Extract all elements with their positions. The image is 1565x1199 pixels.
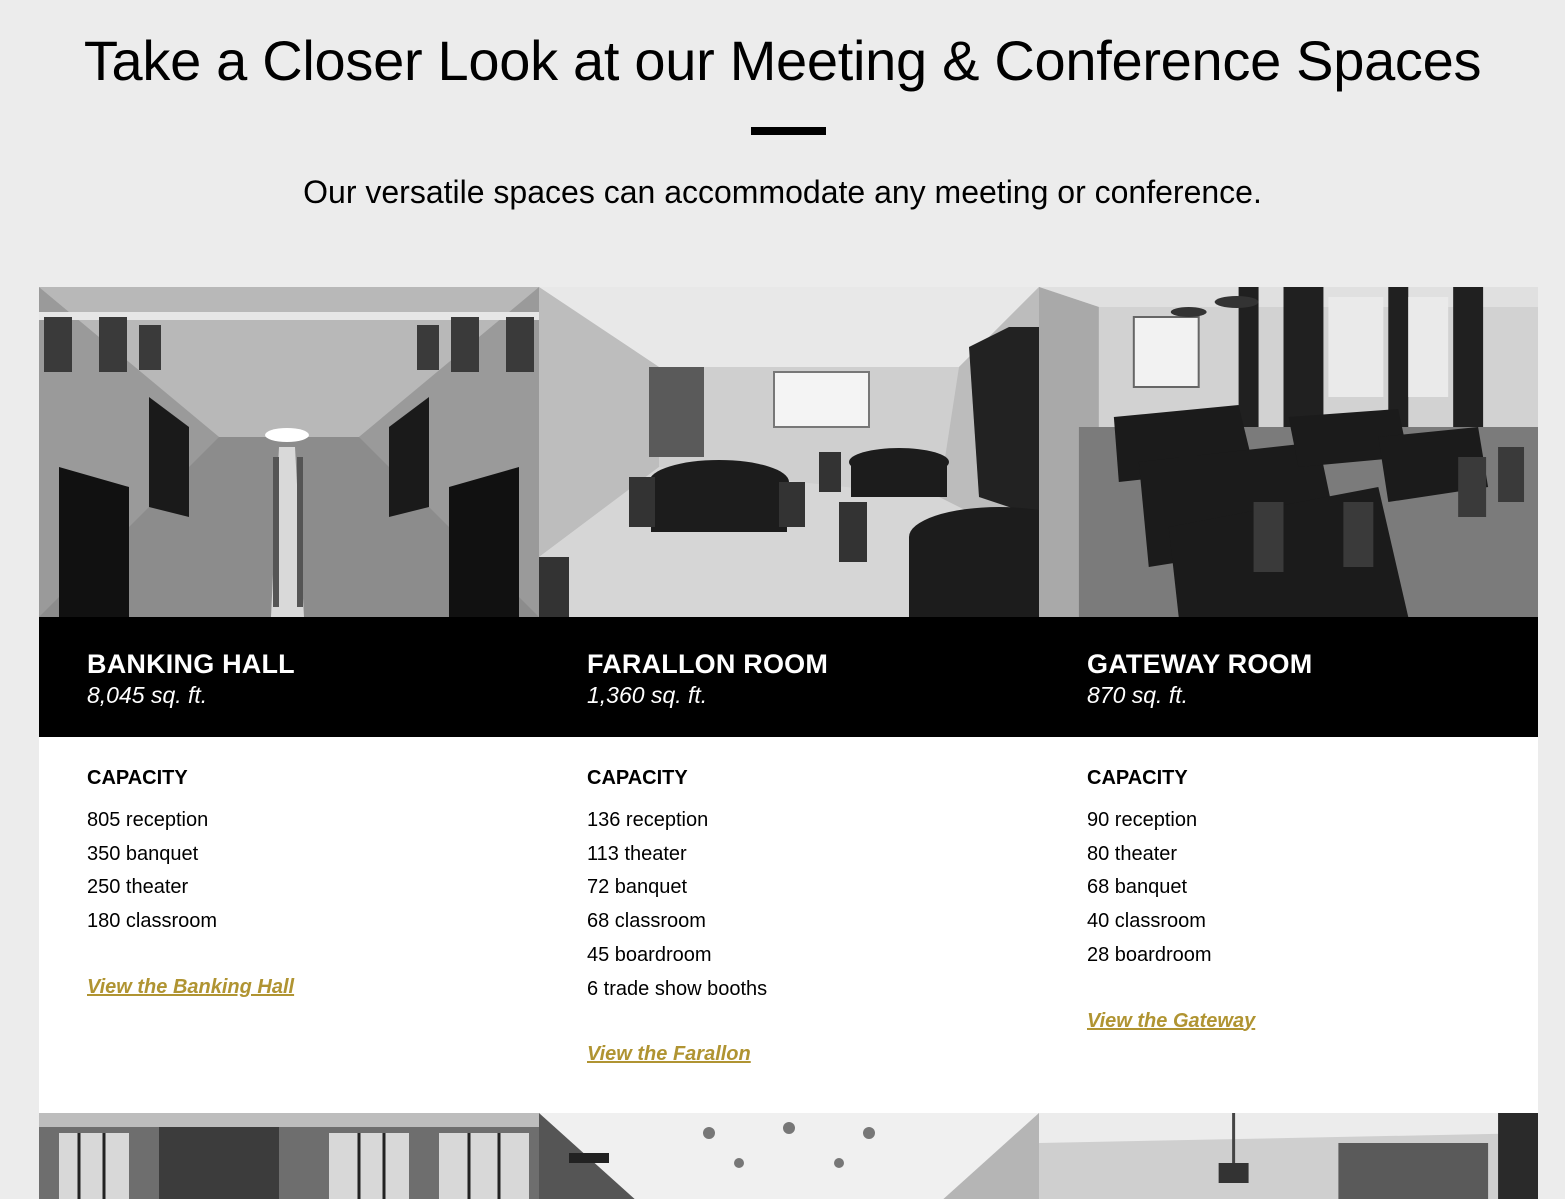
capacity-heading: CAPACITY: [1087, 767, 1188, 789]
capacity-item: 68 banquet: [1087, 876, 1188, 899]
room-name: GATEWAY ROOM: [1087, 649, 1313, 679]
room-name: BANKING HALL: [87, 649, 295, 679]
room-photo-banking-hall: [39, 287, 539, 617]
room-photo: [1039, 1113, 1538, 1199]
capacity-item: 72 banquet: [587, 876, 688, 899]
capacity-item: 45 boardroom: [587, 943, 712, 966]
room-details: CAPACITY 805 reception 350 banquet 250 t…: [39, 737, 539, 999]
view-gateway-link[interactable]: View the Gateway: [1087, 1010, 1255, 1033]
view-farallon-link[interactable]: View the Farallon: [587, 1043, 751, 1066]
view-banking-hall-link[interactable]: View the Banking Hall: [87, 976, 294, 999]
capacity-item: 250 theater: [87, 876, 189, 899]
capacity-item: 28 boardroom: [1087, 943, 1212, 966]
capacity-item: 180 classroom: [87, 910, 218, 933]
room-size: 8,045 sq. ft.: [87, 682, 208, 708]
room-details: CAPACITY 136 reception 113 theater 72 ba…: [539, 737, 1039, 1066]
room-size: 1,360 sq. ft.: [587, 682, 708, 708]
title-divider: [751, 127, 826, 135]
room-namebar: GATEWAY ROOM 870 sq. ft.: [1039, 617, 1538, 737]
capacity-heading: CAPACITY: [87, 767, 188, 789]
capacity-list: 805 reception 350 banquet 250 theater 18…: [87, 804, 539, 939]
capacity-item: 350 banquet: [87, 842, 199, 865]
capacity-item: 68 classroom: [587, 910, 706, 933]
capacity-item: 90 reception: [1087, 809, 1198, 831]
room-namebar: BANKING HALL 8,045 sq. ft.: [39, 617, 539, 737]
capacity-item: 805 reception: [87, 809, 209, 831]
room-details: CAPACITY 90 reception 80 theater 68 banq…: [1039, 737, 1538, 1033]
capacity-item: 136 reception: [587, 809, 709, 831]
capacity-item: 40 classroom: [1087, 910, 1206, 933]
room-name: FARALLON ROOM: [587, 649, 829, 679]
capacity-list: 136 reception 113 theater 72 banquet 68 …: [587, 804, 1039, 1006]
capacity-item: 6 trade show booths: [587, 977, 768, 1000]
room-card-farallon-room: FARALLON ROOM 1,360 sq. ft. CAPACITY 136…: [539, 287, 1039, 1113]
room-photo-farallon-room: [539, 287, 1039, 617]
page-title: Take a Closer Look at our Meeting & Conf…: [83, 29, 1482, 92]
room-namebar: FARALLON ROOM 1,360 sq. ft.: [539, 617, 1039, 737]
rooms-grid-next-row: [39, 1113, 1538, 1199]
room-size: 870 sq. ft.: [1087, 682, 1189, 708]
capacity-heading: CAPACITY: [587, 767, 688, 789]
page-subtitle: Our versatile spaces can accommodate any…: [303, 174, 1262, 210]
room-photo: [539, 1113, 1039, 1199]
room-photo: [39, 1113, 539, 1199]
room-card-banking-hall: BANKING HALL 8,045 sq. ft. CAPACITY 805 …: [39, 287, 539, 1113]
room-card-gateway-room: GATEWAY ROOM 870 sq. ft. CAPACITY 90 rec…: [1039, 287, 1538, 1113]
room-photo-gateway-room: [1039, 287, 1538, 617]
rooms-grid: BANKING HALL 8,045 sq. ft. CAPACITY 805 …: [39, 287, 1538, 1113]
capacity-list: 90 reception 80 theater 68 banquet 40 cl…: [1087, 804, 1538, 973]
capacity-item: 113 theater: [587, 842, 687, 865]
capacity-item: 80 theater: [1087, 842, 1178, 865]
